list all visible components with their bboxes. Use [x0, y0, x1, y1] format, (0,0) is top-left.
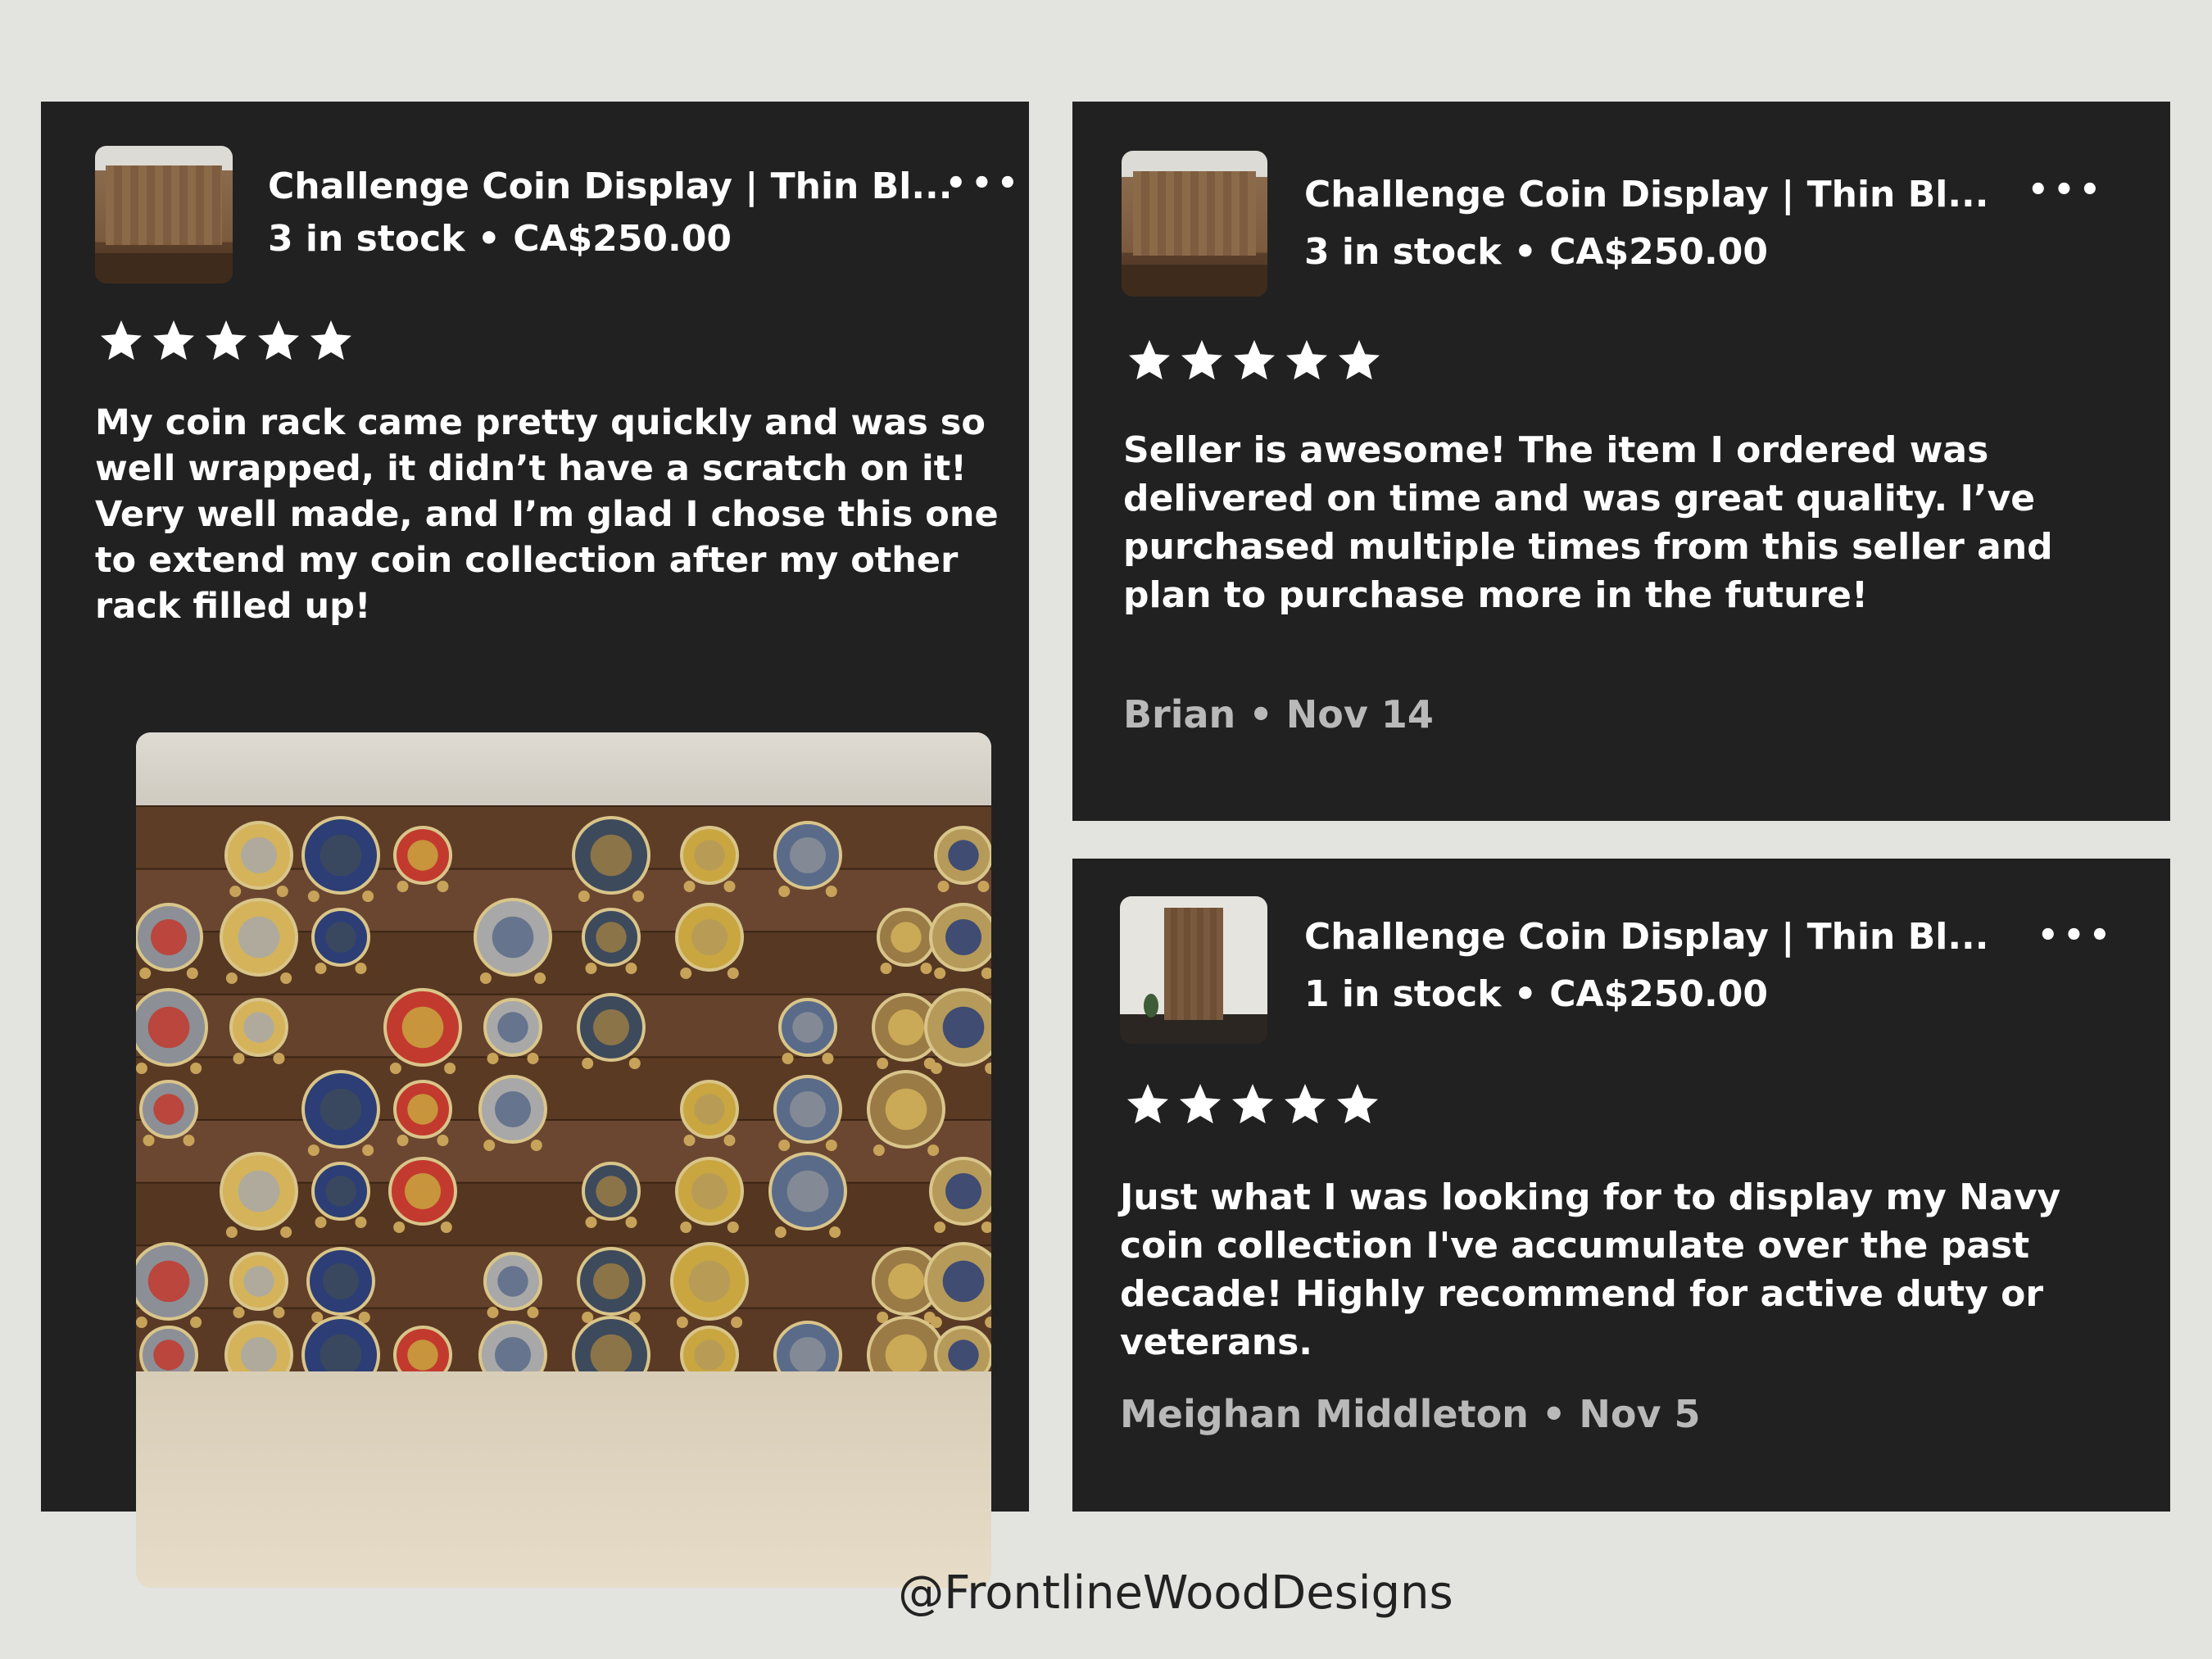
challenge-coin	[136, 903, 203, 979]
challenge-coin	[388, 1157, 457, 1233]
stock-price: 1 in stock • CA$250.00	[1304, 973, 1768, 1015]
challenge-coin	[877, 908, 936, 974]
star-icon	[1180, 1084, 1221, 1124]
review-card-1: Challenge Coin Display | Thin Bl... 3 in…	[41, 102, 1029, 1588]
star-icon	[1232, 1084, 1273, 1124]
thumbnail-plant	[1143, 993, 1158, 1018]
listing-thumbnail[interactable]	[95, 146, 233, 283]
star-icon	[1234, 340, 1275, 380]
star-icon	[1339, 340, 1380, 380]
challenge-coin	[577, 993, 646, 1069]
listing-thumbnail[interactable]	[1120, 896, 1267, 1044]
review-card-3: Challenge Coin Display | Thin Bl... 1 in…	[1072, 859, 2170, 1512]
star-icon	[101, 320, 142, 360]
listing-title[interactable]: Challenge Coin Display | Thin Bl...	[1304, 172, 1988, 218]
star-icon	[1285, 1084, 1326, 1124]
star-rating	[1125, 336, 1384, 385]
challenge-coin	[393, 1080, 452, 1146]
review-author-date: Meighan Middleton • Nov 5	[1120, 1392, 1701, 1436]
challenge-coin	[773, 821, 842, 897]
challenge-coin	[773, 1075, 842, 1151]
thumbnail-board	[106, 165, 222, 245]
thumbnail-shelf	[1122, 264, 1267, 297]
review-text: My coin rack came pretty quickly and was…	[95, 402, 999, 627]
challenge-coin	[934, 826, 991, 892]
star-icon	[153, 320, 194, 360]
thumbnail-door	[1164, 908, 1223, 1021]
challenge-coin	[582, 908, 641, 974]
review-author-date: Brian • Nov 14	[1123, 692, 1434, 737]
star-icon	[1286, 340, 1327, 380]
challenge-coin	[478, 1075, 547, 1151]
challenge-coin	[680, 826, 739, 892]
challenge-coin	[483, 998, 542, 1064]
wood-plank	[136, 1057, 991, 1120]
listing-title[interactable]: Challenge Coin Display | Thin Bl...	[1304, 914, 1988, 960]
star-icon	[258, 320, 299, 360]
challenge-coin	[680, 1080, 739, 1146]
review-card-2: Challenge Coin Display | Thin Bl... 3 in…	[1072, 102, 2170, 821]
challenge-coin	[229, 998, 288, 1064]
star-icon	[310, 320, 351, 360]
challenge-coin	[577, 1247, 646, 1323]
thumbnail-board	[1133, 170, 1256, 256]
more-options-icon[interactable]: •••	[945, 167, 1023, 200]
listing-title[interactable]: Challenge Coin Display | Thin Bl...	[268, 164, 952, 210]
more-options-icon[interactable]: •••	[2028, 174, 2105, 206]
challenge-coin	[778, 998, 837, 1064]
challenge-coin	[229, 1252, 288, 1318]
star-rating	[97, 316, 356, 365]
challenge-coin	[582, 1162, 641, 1228]
challenge-coin	[224, 821, 293, 897]
brand-handle: @FrontlineWoodDesigns	[898, 1566, 1453, 1620]
stock-price: 3 in stock • CA$250.00	[268, 218, 732, 260]
challenge-coin	[675, 903, 744, 979]
thumbnail-shelf	[95, 253, 233, 283]
review-photo[interactable]	[136, 732, 991, 1588]
challenge-coin	[311, 1162, 370, 1228]
review-text: Just what I was looking for to display m…	[1120, 1176, 2061, 1363]
star-icon	[1337, 1084, 1378, 1124]
challenge-coin	[139, 1080, 198, 1146]
star-icon	[206, 320, 247, 360]
challenge-coin	[311, 908, 370, 974]
star-rating	[1123, 1080, 1382, 1129]
star-icon	[1127, 1084, 1168, 1124]
coin-rack-photo	[136, 732, 991, 1588]
listing-thumbnail[interactable]	[1122, 151, 1267, 297]
more-options-icon[interactable]: •••	[2037, 919, 2115, 952]
challenge-coin	[393, 826, 452, 892]
challenge-coin	[675, 1157, 744, 1233]
stock-price: 3 in stock • CA$250.00	[1304, 231, 1768, 273]
review-text: Seller is awesome! The item I ordered wa…	[1123, 429, 2053, 616]
star-icon	[1181, 340, 1222, 380]
challenge-coin	[306, 1247, 375, 1323]
challenge-coin	[483, 1252, 542, 1318]
star-icon	[1129, 340, 1170, 380]
